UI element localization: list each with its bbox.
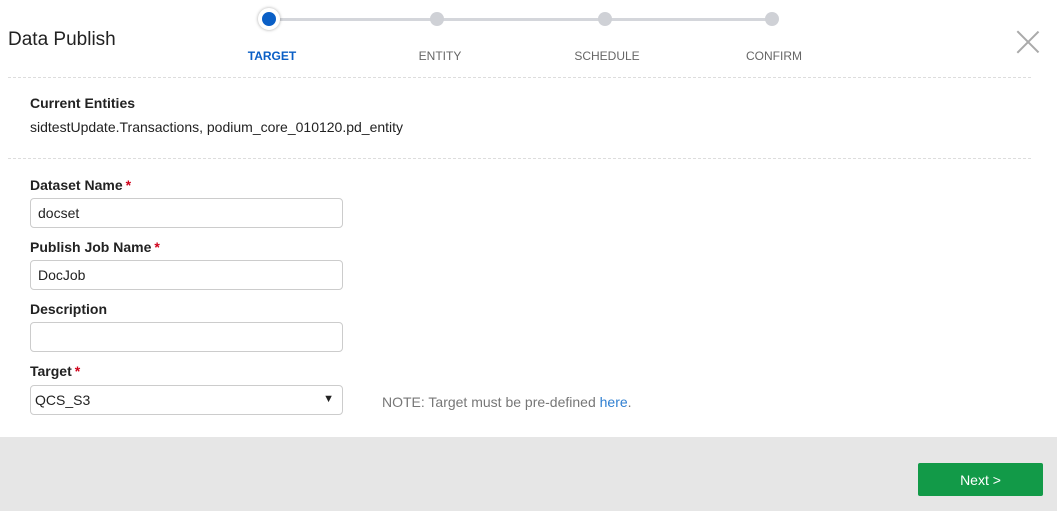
job-name-input[interactable] (30, 260, 343, 290)
target-selected-value: QCS_S3 (35, 392, 91, 408)
here-link[interactable]: here (600, 394, 628, 410)
footer (0, 437, 1057, 511)
close-icon[interactable] (1016, 30, 1040, 54)
target-note: NOTE: Target must be pre-defined here. (382, 394, 632, 410)
step-label-entity[interactable]: ENTITY (419, 49, 462, 63)
next-button[interactable]: Next > (918, 463, 1043, 496)
current-entities-value: sidtestUpdate.Transactions, podium_core_… (30, 119, 404, 135)
description-label: Description (30, 301, 108, 317)
dialog-title: Data Publish (8, 29, 116, 50)
stepper-track (269, 18, 773, 21)
step-dot-entity[interactable] (430, 12, 444, 26)
current-entities-label: Current Entities (30, 95, 136, 111)
target-select[interactable]: QCS_S3 ▼ (30, 385, 343, 415)
description-input[interactable] (30, 322, 343, 352)
step-label-target[interactable]: TARGET (248, 49, 296, 63)
divider (8, 158, 1031, 159)
step-dot-schedule[interactable] (598, 12, 612, 26)
dataset-name-label: Dataset Name * (30, 177, 132, 193)
step-dot-confirm[interactable] (765, 12, 779, 26)
target-label: Target * (30, 363, 81, 379)
divider (8, 77, 1031, 78)
dropdown-arrow-icon: ▼ (323, 393, 334, 405)
step-dot-target[interactable] (258, 8, 280, 30)
step-label-schedule[interactable]: SCHEDULE (574, 49, 639, 63)
dataset-name-input[interactable] (30, 198, 343, 228)
job-name-label: Publish Job Name * (30, 239, 160, 255)
step-label-confirm[interactable]: CONFIRM (746, 49, 802, 63)
